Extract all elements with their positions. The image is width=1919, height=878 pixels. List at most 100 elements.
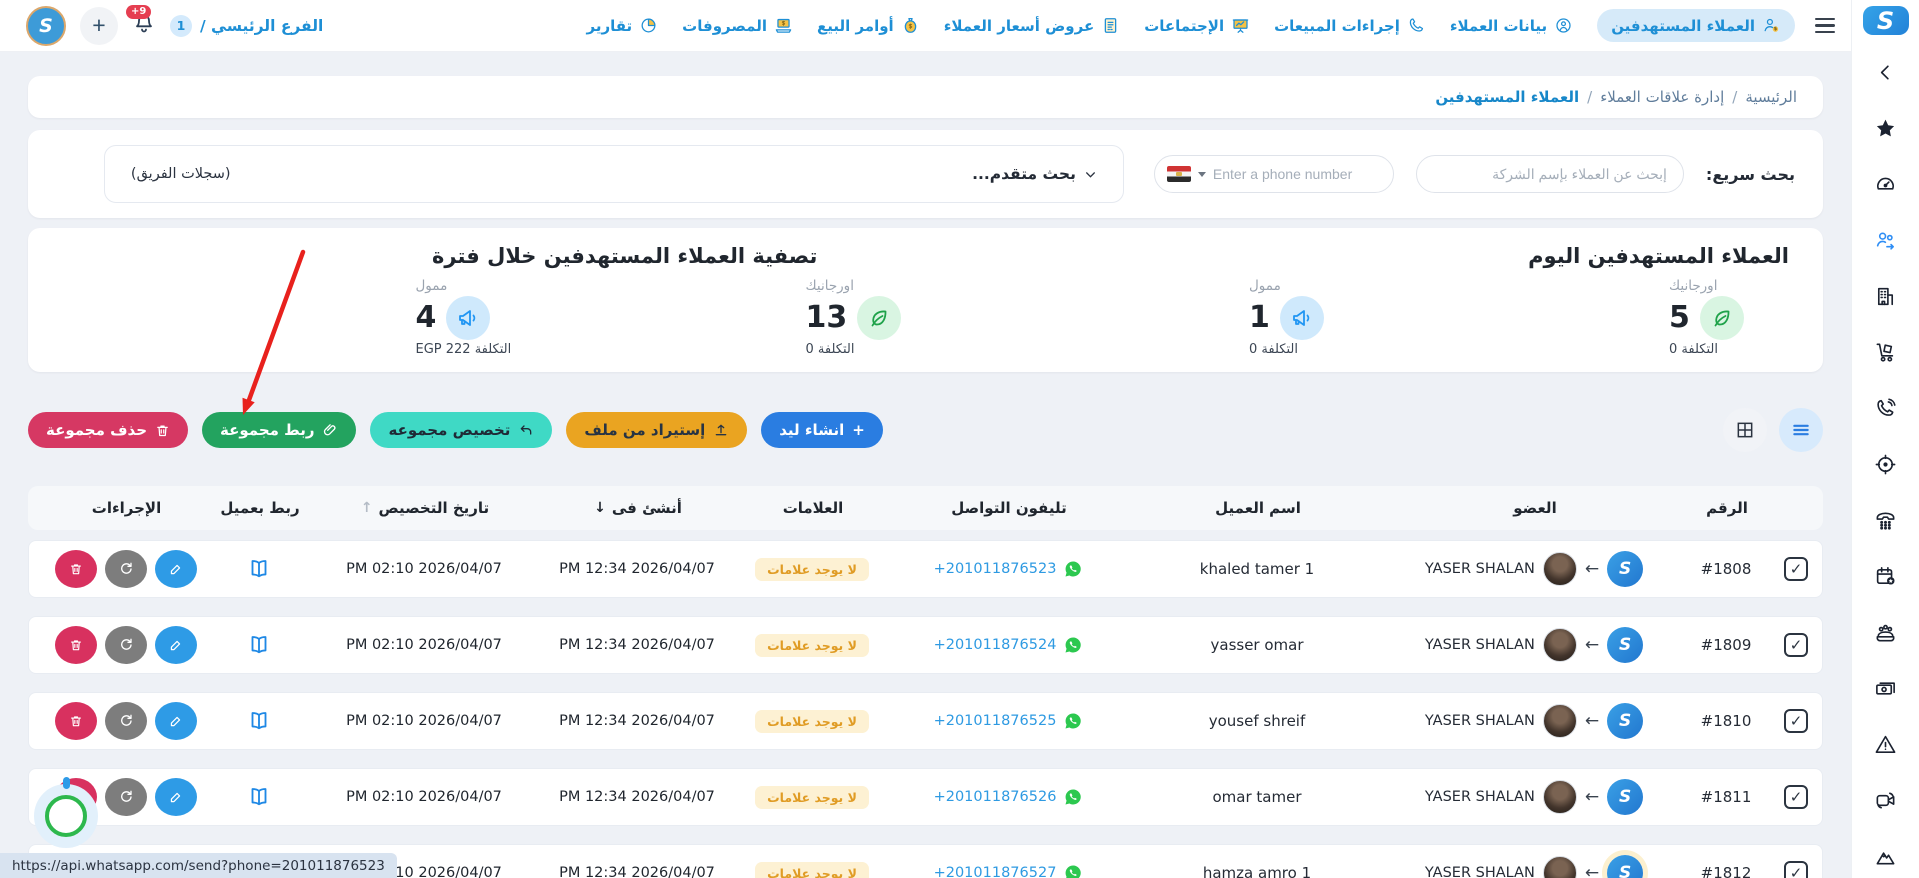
nav-item-sales-orders[interactable]: أوامر البيع (817, 16, 920, 35)
edit-row-button[interactable] (155, 626, 197, 664)
member-photo-avatar[interactable] (1543, 780, 1577, 814)
list-view-button[interactable] (1779, 408, 1823, 452)
row-member-cell: S ← YASER SHALAN (1386, 551, 1682, 587)
hamburger-menu-icon[interactable] (1815, 18, 1835, 33)
row-phone-cell: +201011876527 (888, 864, 1128, 878)
breadcrumb-home[interactable]: الرئيسية (1745, 88, 1797, 106)
notifications-button[interactable]: +9 (132, 12, 156, 40)
video-meeting-icon[interactable] (1874, 789, 1897, 816)
nav-item-sales-actions[interactable]: إجراءات المبيعات (1274, 16, 1426, 35)
member-photo-avatar[interactable] (1543, 552, 1577, 586)
stat-label: اورجانيك (1669, 278, 1717, 294)
header-actions[interactable]: الإجراءات (44, 499, 209, 517)
whatsapp-icon[interactable] (1064, 864, 1082, 878)
refresh-row-button[interactable] (105, 702, 147, 740)
row-checkbox[interactable]: ✓ (1784, 633, 1808, 657)
row-checkbox[interactable]: ✓ (1784, 785, 1808, 809)
whatsapp-icon[interactable] (1064, 560, 1082, 578)
meetings-people-icon[interactable] (1874, 621, 1897, 648)
row-checkbox[interactable]: ✓ (1784, 709, 1808, 733)
phone-link[interactable]: +201011876527 (934, 865, 1057, 878)
stats-period-title: تصفية العملاء المستهدفين خلال فترة (62, 244, 926, 268)
import-file-button[interactable]: إستيراد من ملف (566, 412, 747, 448)
whatsapp-icon[interactable] (1064, 788, 1082, 806)
nav-item-meetings[interactable]: الإجتماعات (1144, 16, 1250, 35)
header-created[interactable]: أنشئ فى ↓ (539, 499, 737, 517)
egypt-flag-icon[interactable] (1167, 166, 1191, 182)
app-logo[interactable]: S (1863, 6, 1909, 35)
finance-cash-icon[interactable] (1874, 677, 1897, 704)
leads-users-icon[interactable] (1874, 229, 1897, 256)
grid-view-button[interactable] (1723, 408, 1767, 452)
refresh-row-button[interactable] (105, 626, 147, 664)
link-client-icon[interactable] (246, 556, 272, 582)
quick-add-button[interactable]: + (80, 7, 118, 45)
breadcrumb-section[interactable]: إدارة علاقات العملاء (1600, 88, 1724, 106)
advanced-search-toggle[interactable]: بحث متقدم... (972, 165, 1097, 183)
collapse-chevron-icon[interactable] (1874, 61, 1897, 88)
client-name[interactable]: khaled tamer 1 (1128, 560, 1386, 578)
edit-row-button[interactable] (155, 778, 197, 816)
company-building-icon[interactable] (1874, 285, 1897, 312)
nav-item-reports[interactable]: تقارير (587, 16, 659, 35)
dashboard-gauge-icon[interactable] (1874, 173, 1897, 200)
phone-link[interactable]: +201011876523 (934, 561, 1057, 577)
user-avatar[interactable]: S (26, 6, 66, 46)
member-photo-avatar[interactable] (1543, 628, 1577, 662)
delete-row-button[interactable] (55, 550, 97, 588)
client-name[interactable]: yousef shreif (1128, 712, 1386, 730)
trash-icon (155, 423, 170, 438)
header-client-name[interactable]: اسم العميل (1129, 499, 1387, 517)
client-name[interactable]: yasser omar (1128, 636, 1386, 654)
alerts-warning-icon[interactable] (1874, 733, 1897, 760)
leads-table-body: ✓ #1808 S ← YASER SHALAN khaled tamer 1 … (28, 540, 1823, 878)
favorites-star-icon[interactable] (1874, 117, 1897, 144)
calendar-star-icon[interactable] (1874, 565, 1897, 592)
link-client-icon[interactable] (246, 632, 272, 658)
nav-item-quotes[interactable]: عروض أسعار العملاء (944, 16, 1121, 35)
whatsapp-icon[interactable] (1064, 712, 1082, 730)
callcenter-phone-icon[interactable] (1874, 509, 1897, 536)
nav-item-expenses[interactable]: المصروفات (682, 16, 793, 35)
assign-group-button[interactable]: تخصيص مجموعه (370, 412, 552, 448)
member-photo-avatar[interactable] (1543, 704, 1577, 738)
phone-search-input[interactable] (1213, 166, 1381, 182)
header-member[interactable]: العضو (1387, 499, 1683, 517)
link-client-icon[interactable] (246, 708, 272, 734)
nav-item-leads[interactable]: العملاء المستهدفين (1597, 9, 1795, 42)
header-phone[interactable]: تليفون التواصل (889, 499, 1129, 517)
sort-asc-icon[interactable]: ↑ (361, 500, 373, 516)
edit-row-button[interactable] (155, 702, 197, 740)
delete-group-button[interactable]: حذف مجموعة (28, 412, 188, 448)
row-checkbox[interactable]: ✓ (1784, 557, 1808, 581)
delete-row-button[interactable] (55, 702, 97, 740)
goals-mountain-icon[interactable] (1874, 845, 1897, 872)
header-link-client[interactable]: ربط بعميل (209, 499, 311, 517)
link-client-icon[interactable] (246, 784, 272, 810)
flag-caret-icon[interactable] (1198, 172, 1206, 177)
phone-link[interactable]: +201011876524 (934, 637, 1057, 653)
phone-link[interactable]: +201011876525 (934, 713, 1057, 729)
row-checkbox[interactable]: ✓ (1784, 861, 1808, 878)
refresh-row-button[interactable] (105, 550, 147, 588)
sort-desc-icon[interactable]: ↓ (594, 500, 606, 516)
edit-row-button[interactable] (155, 550, 197, 588)
phone-link[interactable]: +201011876526 (934, 789, 1057, 805)
header-id[interactable]: الرقم (1683, 499, 1771, 517)
supplier-dolly-icon[interactable] (1874, 341, 1897, 368)
link-group-button[interactable]: ربط مجموعة (202, 412, 356, 448)
header-tags[interactable]: العلامات (737, 499, 889, 517)
whatsapp-icon[interactable] (1064, 636, 1082, 654)
header-assigned-date[interactable]: تاريخ التخصيص ↑ (311, 499, 539, 517)
create-lead-button[interactable]: + انشاء ليد (761, 412, 883, 448)
company-search-input[interactable] (1416, 155, 1684, 193)
refresh-row-button[interactable] (105, 778, 147, 816)
member-photo-avatar[interactable] (1543, 856, 1577, 878)
delete-row-button[interactable] (55, 626, 97, 664)
target-crosshair-icon[interactable] (1874, 453, 1897, 480)
breadcrumb-branch[interactable]: الفرع الرئيسي / 1 (170, 15, 323, 37)
client-name[interactable]: hamza amro 1 (1128, 864, 1386, 878)
nav-item-clients-data[interactable]: بيانات العملاء (1450, 16, 1573, 35)
calls-phone-icon[interactable] (1874, 397, 1897, 424)
client-name[interactable]: omar tamer (1128, 788, 1386, 806)
